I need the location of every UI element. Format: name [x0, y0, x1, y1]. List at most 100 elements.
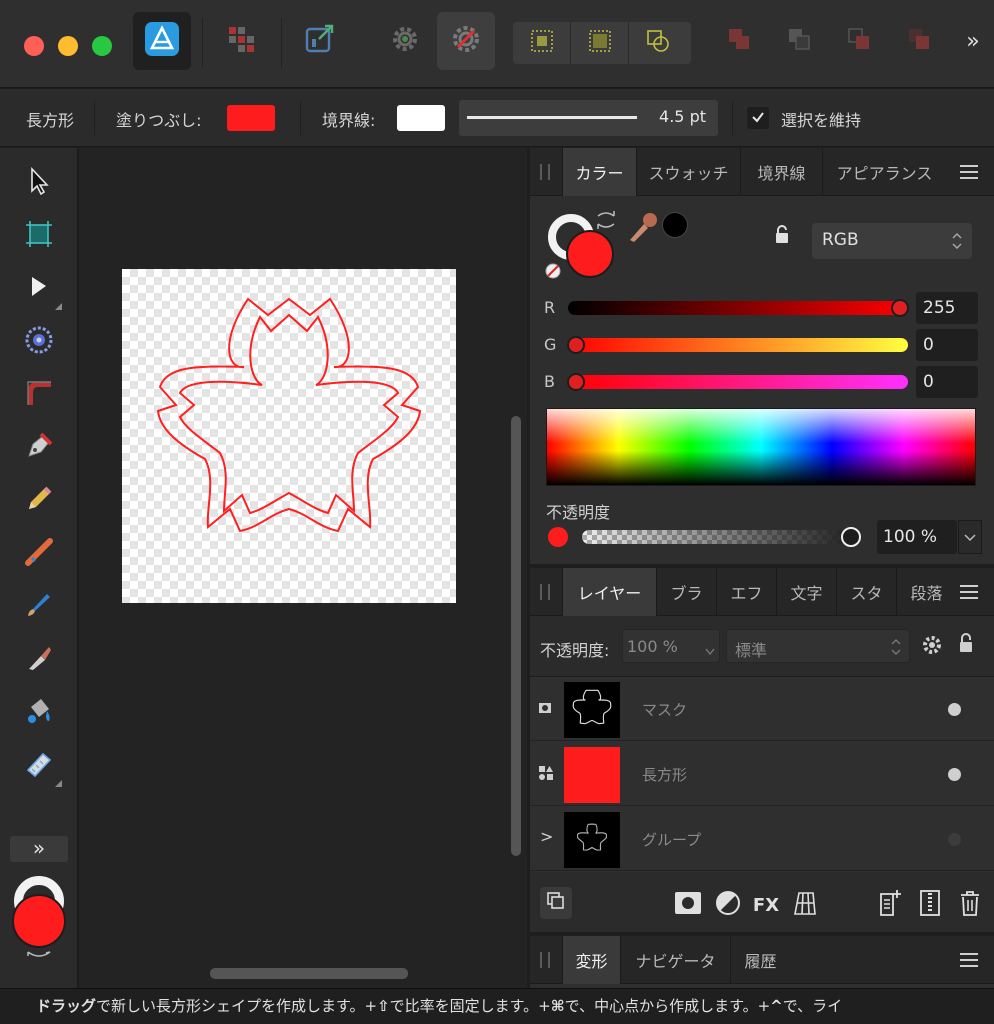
- opacity-slider-thumb[interactable]: [841, 527, 861, 547]
- artboard-tool[interactable]: [14, 211, 64, 261]
- blend-mode-select[interactable]: 標準: [726, 629, 910, 663]
- tools-expand-button[interactable]: »: [10, 836, 68, 862]
- tab-history[interactable]: 履歴: [730, 936, 790, 984]
- stroke-color-swatch[interactable]: [397, 105, 445, 131]
- opacity-dropdown-button[interactable]: [958, 520, 982, 554]
- pixel-paint-brush-tool[interactable]: [14, 582, 64, 632]
- tab-stroke[interactable]: 境界線: [740, 148, 822, 196]
- blue-slider-thumb[interactable]: [567, 373, 585, 391]
- layer-lock-icon[interactable]: [958, 632, 974, 658]
- panel-grip[interactable]: [540, 584, 550, 600]
- select-intersect-button[interactable]: [629, 22, 687, 64]
- corner-tool[interactable]: [14, 370, 64, 420]
- knife-tool[interactable]: [14, 635, 64, 685]
- layer-opacity-field[interactable]: 100 %: [622, 629, 720, 663]
- lock-icon[interactable]: [774, 224, 790, 248]
- color-well[interactable]: [12, 876, 66, 957]
- artboard[interactable]: [122, 269, 456, 603]
- sakura-flower-outline[interactable]: [122, 269, 456, 607]
- picked-color-swatch[interactable]: [662, 212, 688, 238]
- select-outline-button[interactable]: [513, 22, 571, 64]
- tab-color[interactable]: カラー: [562, 148, 636, 196]
- fill-color-well[interactable]: [12, 894, 66, 948]
- fill-tool[interactable]: [14, 688, 64, 738]
- fill-color-swatch[interactable]: [227, 105, 275, 131]
- layers-panel-menu-icon[interactable]: [960, 585, 978, 599]
- boolean-intersect-button[interactable]: [834, 12, 884, 70]
- layer-settings-gear-icon[interactable]: [921, 634, 943, 660]
- panel-grip[interactable]: [540, 952, 550, 968]
- contour-tool[interactable]: [14, 317, 64, 367]
- no-color-icon[interactable]: [544, 262, 562, 284]
- layer-visibility-toggle[interactable]: [948, 703, 961, 716]
- color-panel-menu-icon[interactable]: [960, 165, 978, 179]
- document-canvas[interactable]: [79, 148, 527, 988]
- expand-group-icon[interactable]: >: [540, 827, 553, 846]
- red-value-field[interactable]: 255: [916, 292, 978, 324]
- tab-swatches[interactable]: スウォッチ: [636, 148, 740, 196]
- stroke-width-slider[interactable]: 4.5 pt: [459, 100, 718, 136]
- tab-paragraph[interactable]: 段落: [896, 568, 956, 616]
- tab-character[interactable]: 文字: [776, 568, 836, 616]
- move-tool[interactable]: [14, 158, 64, 208]
- opacity-value-field[interactable]: 100 %: [877, 520, 957, 554]
- transform-panel-menu-icon[interactable]: [960, 953, 978, 967]
- pixel-persona-button[interactable]: [212, 12, 270, 70]
- designer-persona-button[interactable]: [133, 12, 191, 70]
- snapping-settings-button[interactable]: [378, 12, 432, 70]
- green-value-field[interactable]: 0: [916, 329, 978, 361]
- boolean-subtract-button[interactable]: [774, 12, 824, 70]
- minimize-window-button[interactable]: [58, 36, 78, 56]
- color-picker-icon[interactable]: [626, 210, 660, 248]
- tab-navigator[interactable]: ナビゲータ: [620, 936, 730, 984]
- color-mode-select[interactable]: RGB: [812, 223, 972, 259]
- red-slider-thumb[interactable]: [891, 299, 909, 317]
- tab-styles[interactable]: スタ: [836, 568, 896, 616]
- select-fill-button[interactable]: [571, 22, 629, 64]
- close-window-button[interactable]: [24, 36, 44, 56]
- boolean-divide-button[interactable]: [894, 12, 944, 70]
- blue-slider[interactable]: [568, 375, 908, 389]
- export-persona-button[interactable]: [290, 12, 348, 70]
- tab-effects[interactable]: エフ: [716, 568, 776, 616]
- layer-visibility-toggle[interactable]: [948, 768, 961, 781]
- add-fx-button[interactable]: FX: [750, 889, 782, 921]
- blue-value-field[interactable]: 0: [916, 366, 978, 398]
- vertical-scrollbar[interactable]: [511, 416, 521, 856]
- pencil-tool[interactable]: [14, 476, 64, 526]
- add-live-filter-button[interactable]: [788, 889, 820, 921]
- vector-brush-tool[interactable]: [14, 529, 64, 579]
- layer-row-group[interactable]: > グループ: [530, 807, 994, 871]
- node-tool[interactable]: [14, 264, 64, 314]
- layer-options-button[interactable]: [540, 887, 572, 919]
- delete-layer-button[interactable]: [954, 889, 986, 921]
- swap-colors-icon[interactable]: [26, 946, 52, 964]
- green-slider[interactable]: [568, 338, 908, 352]
- tab-brushes[interactable]: ブラ: [656, 568, 716, 616]
- tab-appearance[interactable]: アピアランス: [822, 148, 946, 196]
- group-layers-button[interactable]: [914, 889, 946, 921]
- tab-layers[interactable]: レイヤー: [562, 568, 656, 616]
- add-adjustment-button[interactable]: [712, 889, 744, 921]
- keep-selection-checkbox[interactable]: [747, 107, 769, 129]
- opacity-slider[interactable]: [582, 530, 852, 544]
- panel-fill-well[interactable]: [566, 230, 614, 278]
- boolean-add-button[interactable]: [714, 12, 764, 70]
- layer-row-rectangle[interactable]: 長方形: [530, 742, 994, 806]
- add-pixel-layer-button[interactable]: [874, 889, 906, 921]
- horizontal-scrollbar[interactable]: [210, 968, 408, 979]
- swap-arrows-icon[interactable]: [594, 208, 618, 236]
- zoom-window-button[interactable]: [92, 36, 112, 56]
- layer-visibility-toggle[interactable]: [948, 833, 961, 846]
- panel-grip[interactable]: [540, 164, 550, 180]
- toolbar-overflow-button[interactable]: »: [958, 12, 988, 70]
- layer-row-mask[interactable]: マスク: [530, 677, 994, 741]
- tab-transform[interactable]: 変形: [562, 936, 620, 984]
- color-spectrum[interactable]: [546, 408, 976, 486]
- snapping-toggle-button[interactable]: [437, 12, 495, 70]
- pen-tool[interactable]: [14, 423, 64, 473]
- transparency-tool[interactable]: [14, 741, 64, 791]
- red-slider[interactable]: [568, 301, 908, 315]
- add-mask-button[interactable]: [672, 889, 704, 921]
- green-slider-thumb[interactable]: [567, 336, 585, 354]
